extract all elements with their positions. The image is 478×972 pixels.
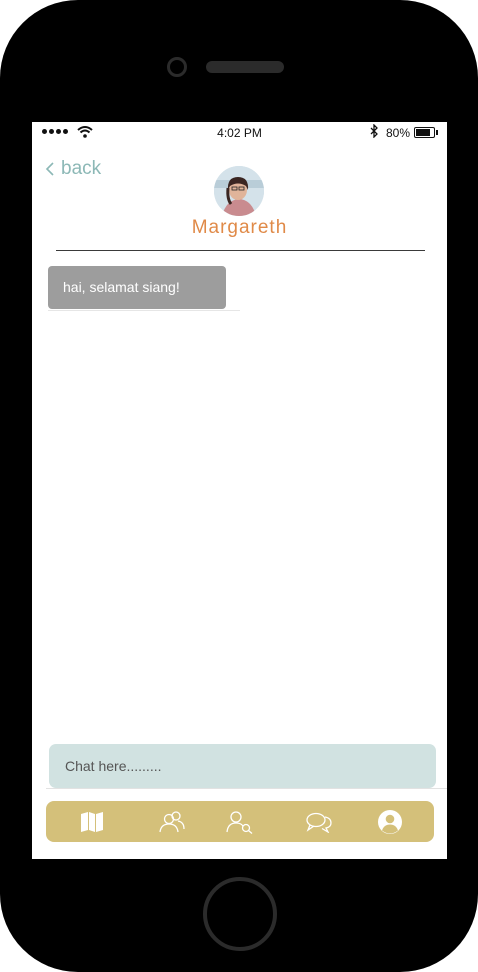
chat-bubbles-icon bbox=[306, 812, 332, 833]
phone-frame: 4:02 PM 80% back Margareth hai, selamat … bbox=[0, 0, 478, 972]
tab-chats[interactable] bbox=[299, 801, 339, 842]
chat-input[interactable] bbox=[49, 744, 436, 788]
contact-name: Margareth bbox=[191, 217, 288, 238]
battery-percent: 80% bbox=[386, 126, 411, 140]
chevron-left-icon bbox=[45, 162, 54, 176]
header-divider bbox=[56, 250, 425, 251]
home-button[interactable] bbox=[203, 877, 277, 951]
bottom-tab-bar bbox=[46, 801, 434, 842]
avatar[interactable] bbox=[214, 166, 264, 216]
group-icon bbox=[159, 810, 185, 832]
back-button[interactable]: back bbox=[45, 158, 101, 180]
message-bubble[interactable]: hai, selamat siang! bbox=[48, 266, 226, 309]
screen: 4:02 PM 80% back Margareth hai, selamat … bbox=[32, 122, 447, 859]
tab-map[interactable] bbox=[72, 801, 112, 842]
earpiece-speaker bbox=[206, 61, 284, 73]
status-time: 4:02 PM bbox=[217, 126, 262, 140]
bluetooth-icon bbox=[370, 124, 378, 138]
tab-friends[interactable] bbox=[152, 801, 192, 842]
tab-profile[interactable] bbox=[370, 801, 410, 842]
message-separator bbox=[48, 310, 240, 311]
battery-icon bbox=[414, 127, 438, 138]
back-label: back bbox=[61, 158, 102, 179]
profile-icon bbox=[378, 809, 402, 834]
status-bar: 4:02 PM 80% bbox=[32, 122, 447, 144]
front-camera bbox=[167, 57, 187, 77]
tab-find-people[interactable] bbox=[220, 801, 260, 842]
map-icon bbox=[81, 811, 103, 832]
search-user-icon bbox=[226, 810, 253, 834]
composer-separator bbox=[46, 788, 447, 789]
